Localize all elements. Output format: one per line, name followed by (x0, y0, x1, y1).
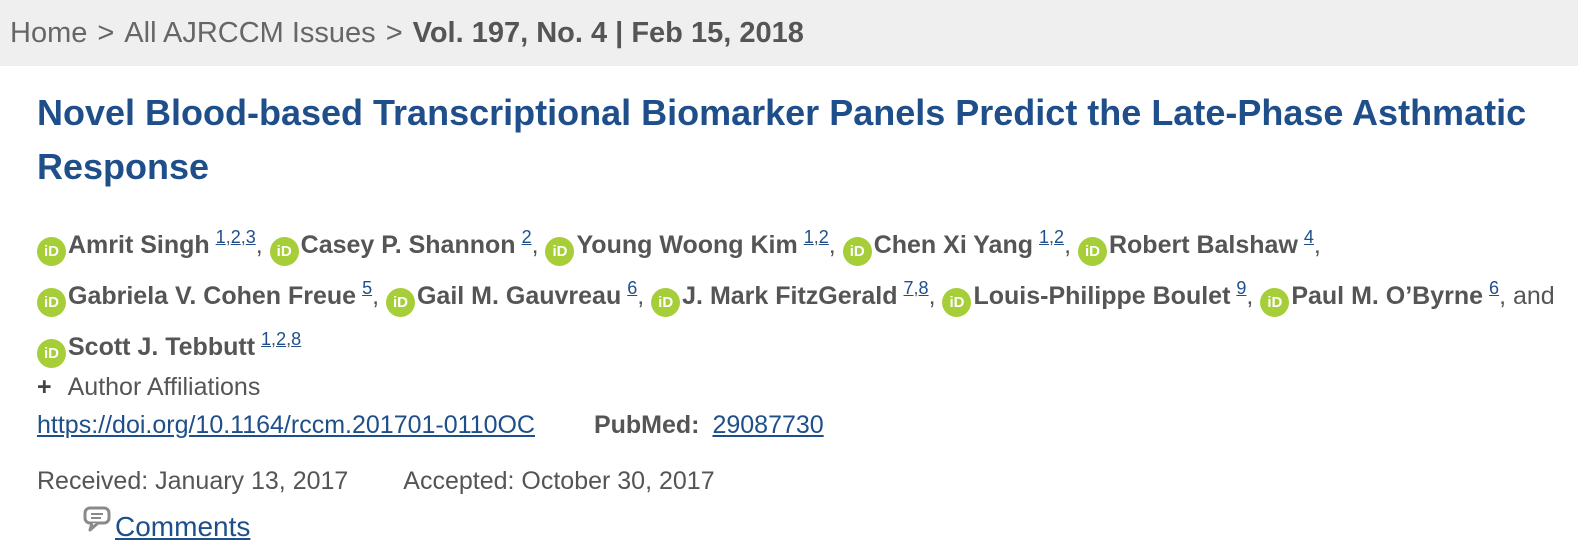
orcid-icon[interactable]: iD (37, 339, 66, 368)
affiliation-ref-link[interactable]: 9 (1236, 278, 1246, 298)
author-item: iD Louis-Philippe Boulet 9 (942, 278, 1246, 317)
author-affiliation-refs: 1,2 (1039, 227, 1065, 247)
author-name: J. Mark FitzGerald (682, 282, 898, 310)
author-item: iD Gail M. Gauvreau 6 (385, 278, 637, 317)
author-item: iD Gabriela V. Cohen Freue 5 (37, 278, 372, 317)
author-affiliation-refs: 1,2,8 (261, 329, 302, 349)
orcid-icon[interactable]: iD (269, 237, 299, 266)
author-name: Gabriela V. Cohen Freue (68, 282, 357, 310)
article-header: Novel Blood-based Transcriptional Biomar… (0, 86, 1578, 547)
author-name: Robert Balshaw (1108, 231, 1298, 259)
author-affiliations-toggle[interactable]: + Author Affiliations (37, 369, 1558, 405)
dates-row: Received: January 13, 2017 Accepted: Oct… (37, 463, 1558, 499)
author-name: Young Woong Kim (576, 231, 798, 259)
author-item: iD Chen Xi Yang 1,2 (842, 227, 1064, 266)
affiliation-ref-link[interactable]: 7 (904, 278, 914, 298)
breadcrumb-issues-link[interactable]: All AJRCCM Issues (124, 17, 375, 50)
identifiers-row: https://doi.org/10.1164/rccm.201701-0110… (37, 405, 1558, 445)
author-affiliation-refs: 2 (522, 227, 532, 247)
affiliation-ref-link[interactable]: 1 (804, 227, 814, 247)
expand-plus-icon: + (37, 373, 52, 401)
orcid-icon[interactable]: iD (651, 288, 681, 317)
article-title: Novel Blood-based Transcriptional Biomar… (37, 92, 1527, 187)
author-name: Casey P. Shannon (300, 231, 516, 259)
author-affiliation-refs: 1,2,3 (215, 227, 256, 247)
author-item: iD J. Mark FitzGerald 7,8 (651, 278, 929, 317)
affiliation-ref-link[interactable]: 1 (216, 227, 226, 247)
author-item: iD Robert Balshaw 4 (1077, 227, 1314, 266)
breadcrumb: Home > All AJRCCM Issues > Vol. 197, No.… (0, 0, 1578, 66)
pubmed-label: PubMed: (593, 411, 700, 439)
orcid-icon[interactable]: iD (1260, 288, 1290, 317)
comments-row: Comments (83, 503, 1558, 547)
author-affiliation-refs: 4 (1304, 227, 1314, 247)
breadcrumb-separator: > (385, 16, 403, 49)
orcid-icon[interactable]: iD (1077, 237, 1107, 266)
author-list: iD Amrit Singh 1,2,3, iD Casey P. Shannon 2,… (37, 216, 1558, 369)
affiliation-ref-link[interactable]: 2 (1054, 227, 1064, 247)
affiliation-ref-link[interactable]: 6 (627, 278, 637, 298)
author-affiliation-refs: 9 (1236, 278, 1246, 298)
author-affiliation-refs: 6 (627, 278, 637, 298)
author-name: Amrit Singh (68, 231, 210, 259)
orcid-icon[interactable]: iD (385, 288, 415, 317)
breadcrumb-separator: > (97, 16, 115, 49)
author-item: iD Paul M. O’Byrne 6 (1260, 278, 1499, 317)
author-affiliations-label: Author Affiliations (67, 373, 261, 401)
breadcrumb-home-link[interactable]: Home (10, 17, 87, 50)
author-item: iD Young Woong Kim 1,2 (545, 227, 829, 266)
affiliation-ref-link[interactable]: 2 (819, 227, 829, 247)
pubmed-link[interactable]: 29087730 (712, 411, 823, 439)
author-affiliation-refs: 1,2 (803, 227, 829, 247)
affiliation-ref-link[interactable]: 4 (1304, 227, 1314, 247)
affiliation-ref-link[interactable]: 2 (522, 227, 532, 247)
comment-bubble-icon (83, 503, 113, 543)
affiliation-ref-link[interactable]: 2 (231, 227, 241, 247)
received-date: Received: January 13, 2017 (37, 467, 349, 495)
author-item: iD Scott J. Tebbutt 1,2,8 (37, 329, 301, 368)
doi-link[interactable]: https://doi.org/10.1164/rccm.201701-0110… (37, 411, 535, 439)
orcid-icon[interactable]: iD (37, 237, 66, 266)
author-name: Louis-Philippe Boulet (973, 282, 1231, 310)
affiliation-ref-link[interactable]: 5 (362, 278, 372, 298)
author-item: iD Casey P. Shannon 2 (269, 227, 532, 266)
orcid-icon[interactable]: iD (37, 288, 66, 317)
affiliation-ref-link[interactable]: 2 (276, 329, 286, 349)
affiliation-ref-link[interactable]: 1 (1039, 227, 1049, 247)
affiliation-ref-link[interactable]: 1 (261, 329, 271, 349)
comments-link[interactable]: Comments (115, 511, 250, 542)
author-affiliation-refs: 5 (362, 278, 372, 298)
affiliation-ref-link[interactable]: 6 (1489, 278, 1499, 298)
author-name: Gail M. Gauvreau (416, 282, 622, 310)
author-item: iD Amrit Singh 1,2,3 (37, 227, 256, 266)
author-name: Paul M. O’Byrne (1291, 282, 1484, 310)
orcid-icon[interactable]: iD (942, 288, 972, 317)
orcid-icon[interactable]: iD (545, 237, 575, 266)
affiliation-ref-link[interactable]: 8 (291, 329, 301, 349)
affiliation-ref-link[interactable]: 8 (919, 278, 929, 298)
breadcrumb-current-issue: Vol. 197, No. 4 | Feb 15, 2018 (412, 16, 804, 49)
author-affiliation-refs: 6 (1489, 278, 1499, 298)
author-and-text: and (1512, 282, 1555, 310)
author-affiliation-refs: 7,8 (903, 278, 929, 298)
accepted-date: Accepted: October 30, 2017 (403, 467, 715, 495)
affiliation-ref-link[interactable]: 3 (246, 227, 256, 247)
orcid-icon[interactable]: iD (842, 237, 872, 266)
author-name: Scott J. Tebbutt (68, 333, 256, 361)
author-name: Chen Xi Yang (873, 231, 1034, 259)
